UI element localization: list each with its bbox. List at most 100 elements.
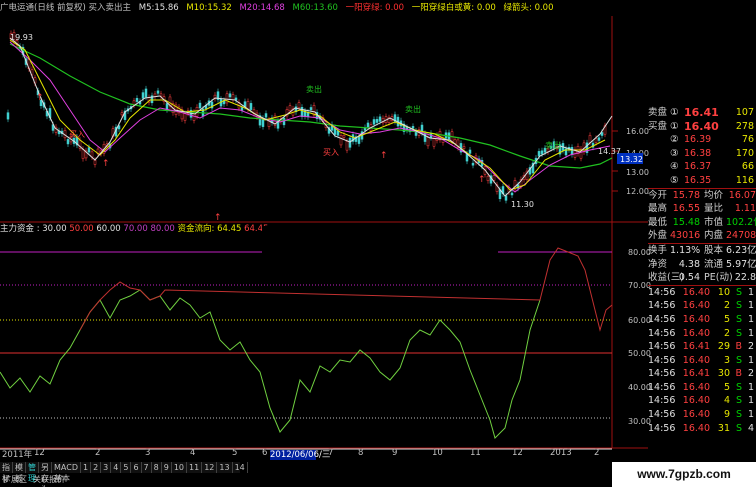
candle-body	[198, 102, 202, 109]
tick-row: 14:56 16.40 3 S 1	[648, 354, 754, 366]
stat-row: 今开 15.78 均价 16.07	[648, 189, 756, 201]
buy-row: ⑤ 16.35 116	[670, 174, 754, 186]
tab-item[interactable]: 14	[233, 462, 248, 473]
candle-body	[264, 113, 268, 118]
buy-row: ④ 16.37 66	[670, 161, 754, 173]
tab-item[interactable]: 13	[217, 462, 233, 473]
svg-text:↑: ↑	[102, 159, 110, 169]
stat-row: 换手 1.13% 股本 6.23亿	[648, 244, 756, 256]
buy-signal-label: 买入	[69, 130, 85, 139]
candle-body	[588, 135, 592, 143]
candle-body	[597, 137, 601, 141]
sub-flow: 资金流向: 64.45	[177, 224, 242, 234]
tab-item[interactable]: 2	[91, 462, 102, 473]
bottom-tab[interactable]: 关联报价	[30, 474, 68, 485]
tick-row: 14:56 16.40 5 S 1	[648, 381, 754, 393]
low-price-label: 11.30	[511, 200, 534, 209]
date-label: 12	[34, 448, 45, 458]
candle-body	[366, 122, 370, 128]
tab-item[interactable]: 11	[187, 462, 203, 473]
buy-row: ③ 16.38 170	[670, 147, 754, 159]
candle-body	[120, 112, 124, 116]
tab-item[interactable]: 指标	[0, 462, 13, 483]
tab-item[interactable]: 另存为	[39, 462, 52, 487]
indicator-tabs: 指标模板管理另存为MACD基本1234567891011121314	[0, 462, 248, 487]
candle-body	[156, 90, 160, 94]
tick-row: 14:56 16.40 10 S 1	[648, 286, 754, 298]
buy-row: 买盘 ① 16.40 278	[648, 119, 754, 133]
candle-body	[288, 105, 292, 112]
date-label: 5	[232, 448, 238, 458]
candle-body	[66, 139, 70, 145]
candle-body	[135, 98, 139, 102]
candle-body	[297, 102, 301, 108]
candle-body	[540, 150, 544, 155]
sub-v80: 80.00	[150, 224, 175, 234]
candle-body	[240, 107, 244, 111]
date-label-cursor: 2012/06/06/三	[270, 450, 331, 460]
tab-item[interactable]: 12	[202, 462, 218, 473]
candle-body	[144, 88, 148, 98]
date-label: 8	[358, 448, 364, 458]
tab-item[interactable]: 6	[131, 462, 142, 473]
tab-item[interactable]: 管理	[26, 462, 39, 483]
ytick: 13.00	[626, 168, 649, 177]
sell-signal-label: 卖出	[545, 140, 561, 150]
candle-body	[141, 92, 145, 99]
sell-signal-label: 卖出	[405, 104, 421, 114]
candle-body	[348, 137, 352, 148]
buy-signal-label: 买入	[323, 148, 339, 157]
date-label: 2013	[550, 448, 572, 458]
candle-body	[81, 148, 85, 159]
candle-body	[378, 116, 382, 122]
stat-row: 净资 4.38 流通 5.97亿	[648, 258, 756, 270]
candle-body	[510, 192, 514, 196]
tick-row: 14:56 16.41 30 B 2	[648, 368, 754, 380]
tab-item[interactable]: 10	[172, 462, 188, 473]
watermark: www.7gpzb.com	[612, 462, 756, 487]
last-price-label: 14.37	[598, 147, 621, 156]
overlay-box	[262, 226, 498, 262]
candle-body	[300, 106, 304, 117]
date-label: 6	[262, 448, 268, 458]
tab-item[interactable]: 7	[142, 462, 152, 473]
bottom-tab[interactable]: 扩展区	[0, 474, 30, 485]
candle-body	[426, 137, 430, 147]
tab-item[interactable]: 模板	[13, 462, 26, 483]
candle-body	[462, 146, 466, 149]
date-axis: 2011年 12 2 3 4 5 6 2012/06/06/三 7 8 9 10…	[0, 448, 612, 460]
tab-item[interactable]: 3	[101, 462, 112, 473]
ytick: 12.00	[626, 187, 649, 196]
tab-item[interactable]: MACD基本	[52, 462, 81, 483]
date-label: 7	[328, 448, 334, 458]
date-label: 9	[392, 448, 398, 458]
sub-v50: 50.00	[69, 224, 94, 234]
candle-body	[468, 149, 472, 154]
candle-body	[492, 175, 496, 181]
candle-body	[183, 113, 187, 121]
candle-body	[93, 160, 97, 165]
candle-body	[339, 135, 343, 146]
tab-item[interactable]: 1	[81, 462, 92, 473]
date-label: 12	[512, 448, 523, 458]
candle-body	[231, 94, 235, 101]
date-label: 2011年	[2, 450, 33, 460]
candle-body	[249, 103, 253, 110]
tab-item[interactable]: 5	[121, 462, 132, 473]
sell-row: 卖盘 ① 16.41 107	[648, 106, 754, 119]
tab-item[interactable]: 4	[111, 462, 122, 473]
tick-row: 14:56 16.41 29 B 2	[648, 341, 754, 353]
tab-item[interactable]: 8	[152, 462, 162, 473]
current-price-badge-text: 13.32	[620, 155, 643, 164]
high-price-label: 19.93	[10, 33, 33, 42]
candle-body	[372, 119, 376, 125]
candle-body	[345, 141, 349, 151]
candle-body	[309, 107, 313, 111]
date-label: 11	[470, 448, 481, 458]
tab-item[interactable]: 9	[162, 462, 172, 473]
tick-row: 14:56 16.40 2 S 1	[648, 300, 754, 312]
ytick: 16.00	[626, 127, 649, 136]
candle-body	[435, 135, 439, 141]
date-label: 2	[95, 448, 101, 458]
candle-body	[6, 112, 10, 120]
